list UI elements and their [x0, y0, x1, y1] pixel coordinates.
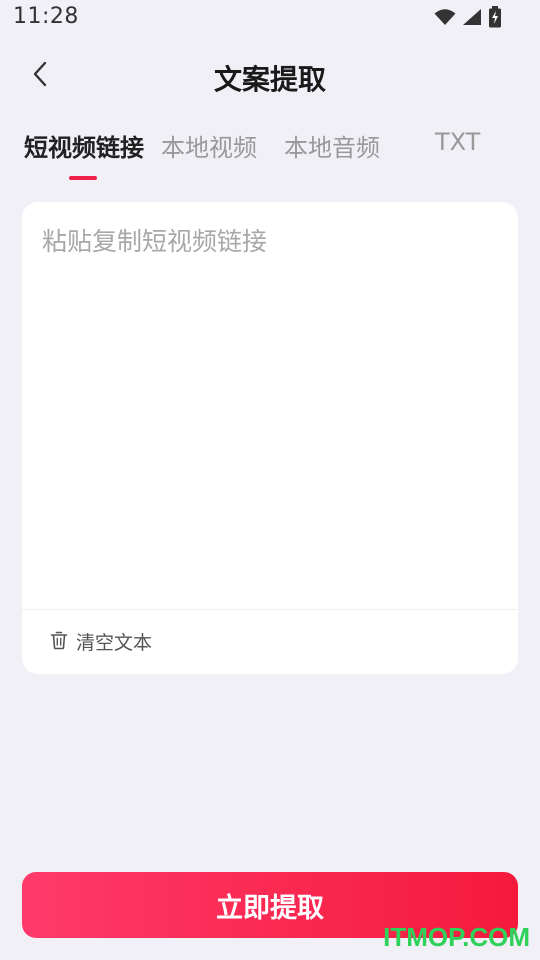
- video-link-input[interactable]: [42, 222, 498, 592]
- status-time: 11:28: [13, 4, 79, 29]
- card-divider: [22, 609, 518, 610]
- page-title: 文案提取: [213, 63, 326, 96]
- clear-text-label: 清空文本: [76, 632, 153, 654]
- cellular-signal-icon: [462, 8, 482, 30]
- trash-icon: [50, 630, 68, 654]
- tab-short-video-link[interactable]: 短视频链接: [24, 128, 144, 163]
- wifi-icon: [434, 8, 456, 30]
- tab-bar: 短视频链接 本地视频 本地音频 TXT: [0, 128, 540, 188]
- clear-text-button[interactable]: 清空文本: [50, 628, 152, 655]
- tab-local-audio[interactable]: 本地音频: [284, 128, 380, 163]
- status-icons: [434, 6, 502, 32]
- header: 文案提取: [0, 44, 540, 108]
- watermark-text: ITMOP.COM: [383, 922, 530, 952]
- tab-txt[interactable]: TXT: [435, 128, 480, 156]
- tab-local-video[interactable]: 本地视频: [161, 128, 257, 163]
- active-tab-indicator: [69, 176, 97, 180]
- link-input-card: 清空文本: [22, 202, 518, 674]
- battery-charging-icon: [488, 6, 502, 32]
- status-bar: 11:28: [0, 0, 540, 38]
